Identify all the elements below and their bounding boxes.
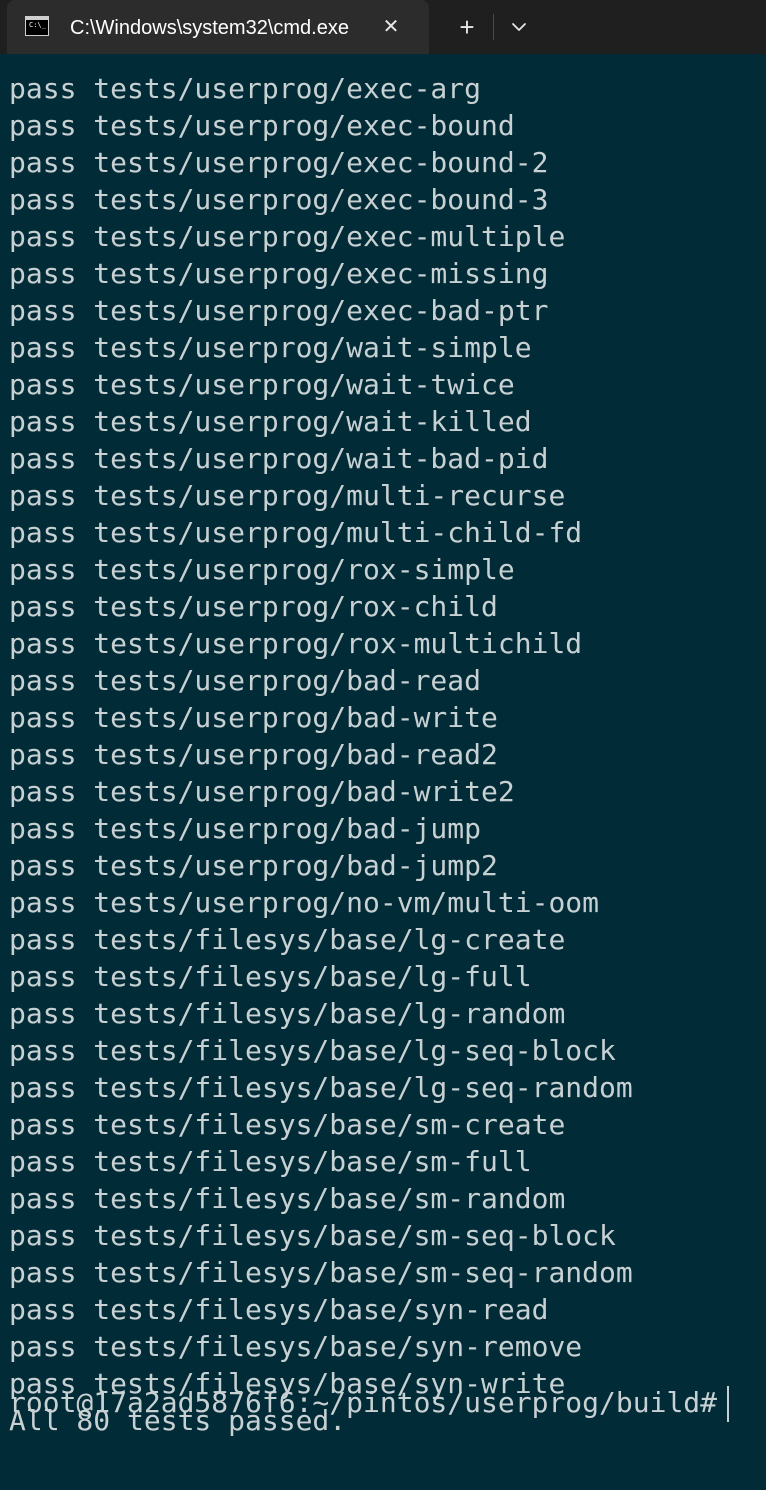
terminal-line: pass tests/filesys/base/lg-full (9, 960, 532, 993)
terminal-line: pass tests/userprog/rox-simple (9, 553, 515, 586)
terminal-line: pass tests/filesys/base/lg-seq-random (9, 1071, 633, 1104)
terminal-line: pass tests/userprog/multi-child-fd (9, 516, 583, 549)
terminal-line: pass tests/userprog/wait-twice (9, 368, 515, 401)
terminal-line: pass tests/userprog/exec-arg (9, 72, 482, 105)
plus-icon[interactable]: + (448, 10, 486, 44)
terminal-line: pass tests/filesys/base/lg-create (9, 923, 566, 956)
terminal-line: pass tests/userprog/bad-jump (9, 812, 482, 845)
terminal-line: pass tests/filesys/base/sm-full (9, 1145, 532, 1178)
terminal-line: pass tests/userprog/rox-child (9, 590, 498, 623)
terminal-line: pass tests/filesys/base/syn-read (9, 1293, 549, 1326)
terminal-lines: pass tests/userprog/exec-arg pass tests/u… (9, 70, 633, 1439)
terminal-line: pass tests/userprog/rox-multichild (9, 627, 583, 660)
cmd-icon: C:\_ (25, 16, 49, 36)
prompt-text: root@17a2ad5876f6:~/pintos/userprog/buil… (9, 1386, 718, 1419)
terminal-line: pass tests/userprog/wait-killed (9, 405, 532, 438)
terminal-line: pass tests/filesys/base/sm-seq-random (9, 1256, 633, 1289)
terminal-line: pass tests/userprog/wait-simple (9, 331, 532, 364)
terminal-line: pass tests/filesys/base/sm-create (9, 1108, 566, 1141)
terminal-line: pass tests/userprog/exec-multiple (9, 220, 566, 253)
terminal-line: pass tests/filesys/base/sm-seq-block (9, 1219, 616, 1252)
terminal-line: pass tests/userprog/bad-jump2 (9, 849, 498, 882)
tab-title: C:\Windows\system32\cmd.exe (70, 17, 349, 39)
terminal-line: pass tests/userprog/exec-missing (9, 257, 549, 290)
terminal-line: pass tests/userprog/multi-recurse (9, 479, 566, 512)
terminal-line: pass tests/userprog/exec-bound-3 (9, 183, 549, 216)
terminal-line: pass tests/userprog/bad-write (9, 701, 498, 734)
terminal-line: pass tests/userprog/exec-bound (9, 109, 515, 142)
terminal-output-area[interactable]: pass tests/userprog/exec-arg pass tests/u… (0, 54, 766, 1490)
terminal-line: pass tests/userprog/exec-bound-2 (9, 146, 549, 179)
terminal-line: pass tests/userprog/no-vm/multi-oom (9, 886, 600, 919)
terminal-line: pass tests/userprog/exec-bad-ptr (9, 294, 549, 327)
chevron-down-icon[interactable] (502, 10, 536, 44)
cmd-icon-text: C:\_ (29, 21, 46, 29)
terminal-line: pass tests/userprog/wait-bad-pid (9, 442, 549, 475)
command-prompt[interactable]: root@17a2ad5876f6:~/pintos/userprog/buil… (9, 1384, 730, 1422)
terminal-line: pass tests/filesys/base/lg-seq-block (9, 1034, 616, 1067)
terminal-line: pass tests/filesys/base/syn-remove (9, 1330, 583, 1363)
text-cursor (727, 1386, 730, 1422)
titlebar-divider (493, 14, 494, 40)
terminal-line: pass tests/userprog/bad-write2 (9, 775, 515, 808)
terminal-line: pass tests/userprog/bad-read (9, 664, 482, 697)
close-icon[interactable]: ✕ (376, 12, 406, 42)
terminal-line: pass tests/userprog/bad-read2 (9, 738, 498, 771)
tab-cmd[interactable]: C:\_ C:\Windows\system32\cmd.exe ✕ (7, 0, 429, 54)
title-bar: C:\_ C:\Windows\system32\cmd.exe ✕ + (0, 0, 766, 54)
terminal-line: pass tests/filesys/base/lg-random (9, 997, 566, 1030)
terminal-line: pass tests/filesys/base/sm-random (9, 1182, 566, 1215)
